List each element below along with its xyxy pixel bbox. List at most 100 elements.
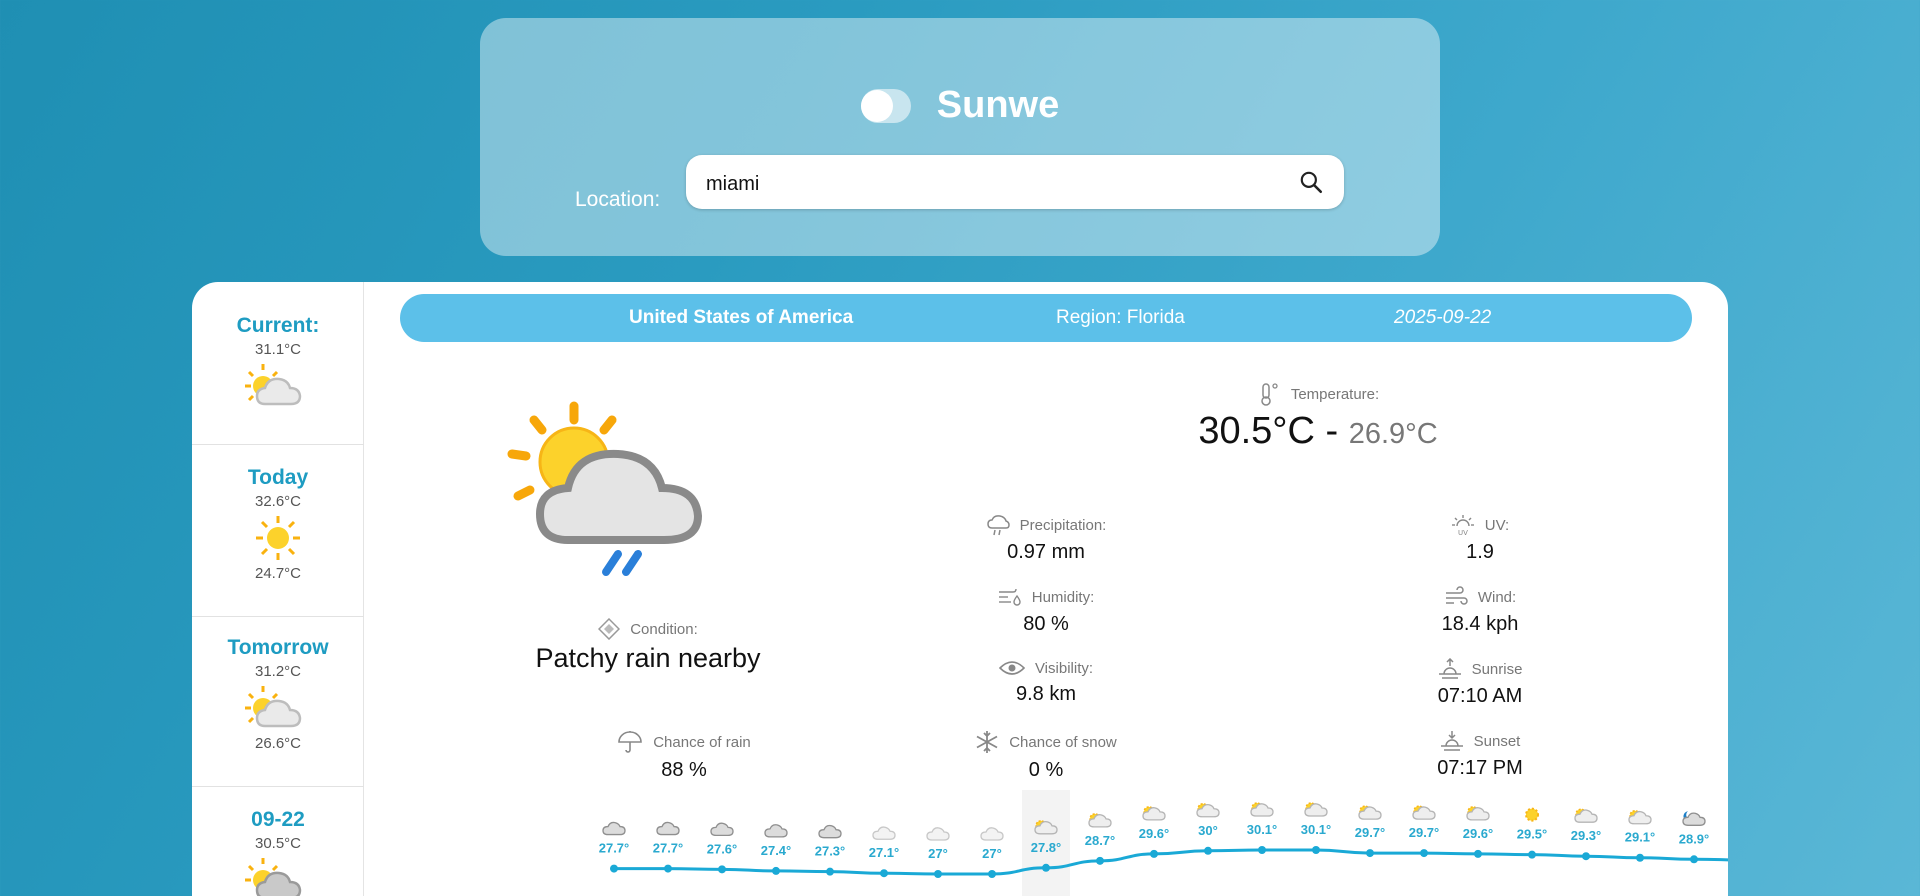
- day-today[interactable]: Today 32.6°C 24.7°C: [192, 466, 364, 582]
- hourly-temp-label: 27.8°: [1031, 840, 1062, 855]
- hourly-temp-point[interactable]: [718, 865, 726, 874]
- hourly-temp-point[interactable]: [1636, 853, 1644, 862]
- hourly-temp-point[interactable]: [1366, 849, 1374, 858]
- hourly-temp-label: 29.3°: [1571, 828, 1602, 843]
- divider: [192, 444, 364, 445]
- hourly-temp-point[interactable]: [1528, 850, 1536, 859]
- condition: Condition: Patchy rain nearby: [492, 618, 804, 674]
- hourly-temp-point[interactable]: [664, 864, 672, 873]
- hourly-temp-point[interactable]: [934, 870, 942, 878]
- day-high: 31.2°C: [254, 663, 302, 680]
- search-icon[interactable]: [1298, 169, 1324, 195]
- hourly-chart: 27.7° 27.7° 27.6° 27.4° 27.3° 27.1° 27° 27° 27.8…: [599, 802, 1728, 878]
- partly-cloudy-icon: [1466, 806, 1490, 821]
- hourly-temp-point[interactable]: [1474, 849, 1482, 858]
- snow-value: 0 %: [1028, 759, 1064, 781]
- divider: [192, 786, 364, 787]
- day-high: 30.5°C: [254, 835, 302, 852]
- hourly-temp-label: 29.1°: [1625, 830, 1656, 845]
- weather-card: Current: 31.1°C Today 32.6°C 24.7°C Tomo…: [192, 282, 1728, 896]
- visibility-value: 9.8 km: [1015, 683, 1077, 705]
- partly-cloudy-icon: [1358, 805, 1382, 820]
- hourly-temp-point[interactable]: [610, 864, 618, 873]
- patchy-rain-icon: [507, 401, 703, 576]
- hourly-temp-point[interactable]: [1042, 863, 1050, 872]
- cloud-icon: [764, 824, 788, 838]
- hourly-temp-point[interactable]: [1204, 846, 1212, 855]
- location-search-input[interactable]: miami: [686, 155, 1344, 209]
- forecast-sidebar: Current: 31.1°C Today 32.6°C 24.7°C Tomo…: [192, 282, 364, 896]
- temp-separator: -: [1314, 410, 1349, 452]
- precipitation-label: Precipitation:: [1019, 516, 1107, 534]
- hourly-temp-label: 29.7°: [1409, 825, 1440, 840]
- cloud-light-icon: [980, 827, 1004, 841]
- sunrise-label: Sunrise: [1471, 660, 1523, 678]
- visibility-label: Visibility:: [1034, 659, 1094, 677]
- sunrise-icon: [1438, 658, 1461, 679]
- precipitation-value: 0.97 mm: [1007, 541, 1085, 563]
- day-low: 24.7°C: [254, 565, 302, 582]
- sunset: Sunset 07:17 PM: [1360, 730, 1600, 780]
- hourly-temp-label: 27°: [982, 846, 1002, 861]
- hourly-temp-label: 28.7°: [1085, 833, 1116, 848]
- day-current[interactable]: Current: 31.1°C: [192, 314, 364, 410]
- wind-label: Wind:: [1477, 588, 1517, 606]
- partly-cloudy-icon: [1304, 802, 1328, 817]
- condition-value: Patchy rain nearby: [535, 643, 761, 673]
- hourly-temp-point[interactable]: [1582, 852, 1590, 861]
- sunrise-value: 07:10 AM: [1437, 685, 1523, 707]
- theme-toggle[interactable]: [860, 88, 911, 123]
- hourly-forecast: 27.7° 27.7° 27.6° 27.4° 27.3° 27.1° 27° 27° 27.8…: [364, 790, 1728, 896]
- hourly-temp-point[interactable]: [880, 869, 888, 878]
- sun-icon: [256, 516, 300, 560]
- date: 2025-09-22: [1394, 307, 1492, 328]
- sunrise: Sunrise 07:10 AM: [1360, 658, 1600, 708]
- visibility: Visibility: 9.8 km: [926, 658, 1166, 706]
- diamond-icon: [598, 618, 621, 640]
- hourly-temp-point[interactable]: [1258, 846, 1266, 854]
- sunset-value: 07:17 PM: [1437, 757, 1523, 779]
- cloud-icon: [710, 822, 734, 837]
- cloud-icon: [602, 821, 626, 836]
- partly-cloudy-icon: [1574, 808, 1598, 823]
- brand-name: Sunwe: [936, 84, 1060, 126]
- eye-icon: [998, 661, 1025, 675]
- partly-cloudy-icon: [1628, 809, 1652, 825]
- svg-text:UV: UV: [1458, 529, 1468, 536]
- day-0922[interactable]: 09-22 30.5°C: [192, 808, 364, 896]
- hourly-temp-point[interactable]: [988, 870, 996, 878]
- humidity-icon: [998, 588, 1021, 606]
- chance-of-snow: Chance of snow 0 %: [926, 730, 1166, 782]
- rain-cloud-icon: [986, 515, 1010, 536]
- sunset-label: Sunset: [1473, 732, 1521, 750]
- hourly-temp-point[interactable]: [1150, 849, 1158, 858]
- hourly-temp-point[interactable]: [1312, 846, 1320, 854]
- wind: Wind: 18.4 kph: [1360, 586, 1600, 636]
- day-high: 32.6°C: [254, 493, 302, 510]
- hourly-temp-label: 27.3°: [815, 844, 846, 859]
- rain-value: 88 %: [661, 759, 707, 781]
- hourly-temp-label: 30.1°: [1247, 822, 1278, 837]
- hourly-temp-point[interactable]: [826, 867, 834, 876]
- hourly-temp-label: 27.4°: [761, 843, 792, 858]
- hourly-temp-point[interactable]: [1420, 849, 1428, 858]
- condition-label: Condition:: [630, 620, 698, 638]
- cloud-light-icon: [926, 827, 950, 841]
- partly-cloudy-icon: [245, 364, 302, 406]
- cloud-icon: [818, 824, 842, 839]
- snowflake-icon: [976, 731, 998, 753]
- location-info-bar: United States of America Region: Florida…: [400, 294, 1692, 342]
- hourly-temp-label: 27.1°: [869, 845, 900, 860]
- wind-icon: [1445, 586, 1468, 605]
- hourly-temp-point[interactable]: [772, 866, 780, 875]
- uv-value: 1.9: [1466, 541, 1494, 563]
- hourly-temp-point[interactable]: [1096, 856, 1104, 865]
- header-card: Sunwe Location: miami: [480, 18, 1440, 256]
- hourly-temp-label: 27.7°: [653, 841, 684, 856]
- day-tomorrow[interactable]: Tomorrow 31.2°C 26.6°C: [192, 636, 364, 752]
- hourly-temp-label: 30.1°: [1301, 822, 1332, 837]
- day-name: 09-22: [251, 808, 305, 831]
- country: United States of America: [629, 307, 854, 328]
- brand: Sunwe: [480, 84, 1440, 127]
- hourly-temp-point[interactable]: [1690, 855, 1698, 864]
